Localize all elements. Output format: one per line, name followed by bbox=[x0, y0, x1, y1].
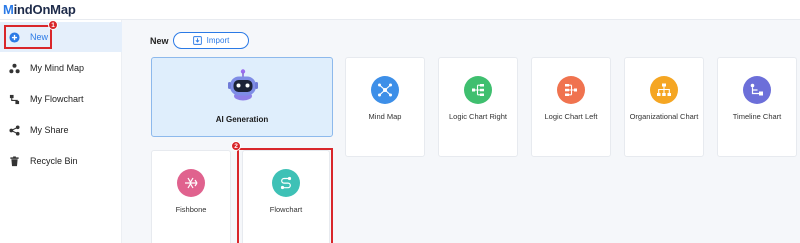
flowchart-icon bbox=[8, 93, 20, 105]
card-logic-chart-left[interactable]: Logic Chart Left bbox=[531, 57, 611, 157]
card-organizational-chart[interactable]: Organizational Chart bbox=[624, 57, 704, 157]
import-icon bbox=[192, 36, 202, 45]
sidebar-item-label: My Flowchart bbox=[30, 94, 84, 104]
section-title: New bbox=[150, 36, 169, 46]
card-timeline-chart[interactable]: Timeline Chart bbox=[717, 57, 797, 157]
annotation-highlight-flowchart bbox=[237, 148, 333, 243]
card-label: Organizational Chart bbox=[629, 112, 699, 121]
step-badge-2: 2 bbox=[231, 141, 241, 151]
sidebar-item-label: Recycle Bin bbox=[30, 156, 78, 166]
robot-icon bbox=[225, 68, 261, 104]
sidebar-item-label: My Mind Map bbox=[30, 63, 85, 73]
annotation-highlight-new bbox=[4, 25, 52, 49]
card-label: AI Generation bbox=[215, 115, 269, 124]
logo-prefix: M bbox=[3, 2, 14, 17]
step-badge-1: 1 bbox=[48, 20, 58, 30]
card-label: Timeline Chart bbox=[732, 112, 782, 121]
logo-text: indOnMap bbox=[13, 2, 76, 17]
trash-icon bbox=[8, 155, 20, 167]
import-button[interactable]: Import bbox=[173, 32, 249, 49]
sidebar-item-my-flowchart[interactable]: My Flowchart bbox=[0, 84, 122, 114]
main-content: New Import AI Generation Mind Map Logic … bbox=[123, 20, 800, 243]
app-logo[interactable]: MindOnMap bbox=[3, 2, 76, 17]
logic-right-icon bbox=[464, 76, 492, 104]
card-label: Logic Chart Left bbox=[544, 112, 598, 121]
card-label: Logic Chart Right bbox=[449, 112, 507, 121]
mind-map-icon bbox=[8, 62, 20, 74]
logic-left-icon bbox=[557, 76, 585, 104]
sidebar-item-my-share[interactable]: My Share bbox=[0, 115, 122, 145]
card-logic-chart-right[interactable]: Logic Chart Right bbox=[438, 57, 518, 157]
top-bar: MindOnMap bbox=[0, 0, 800, 20]
share-icon bbox=[8, 124, 20, 136]
sidebar-item-recycle-bin[interactable]: Recycle Bin bbox=[0, 146, 122, 176]
card-label: Mind Map bbox=[368, 112, 402, 121]
card-label: Fishbone bbox=[175, 205, 207, 214]
fishbone-icon bbox=[177, 169, 205, 197]
sidebar-item-label: My Share bbox=[30, 125, 69, 135]
timeline-icon bbox=[743, 76, 771, 104]
card-ai-generation[interactable]: AI Generation bbox=[151, 57, 333, 137]
card-mind-map[interactable]: Mind Map bbox=[345, 57, 425, 157]
sidebar: New My Mind Map My Flowchart My Share Re… bbox=[0, 20, 122, 243]
import-label: Import bbox=[206, 36, 230, 45]
org-chart-icon bbox=[650, 76, 678, 104]
card-fishbone[interactable]: Fishbone bbox=[151, 150, 231, 243]
mind-map-icon bbox=[371, 76, 399, 104]
sidebar-item-my-mind-map[interactable]: My Mind Map bbox=[0, 53, 122, 83]
app-window: MindOnMap New My Mind Map My Flowchart M… bbox=[0, 0, 800, 243]
